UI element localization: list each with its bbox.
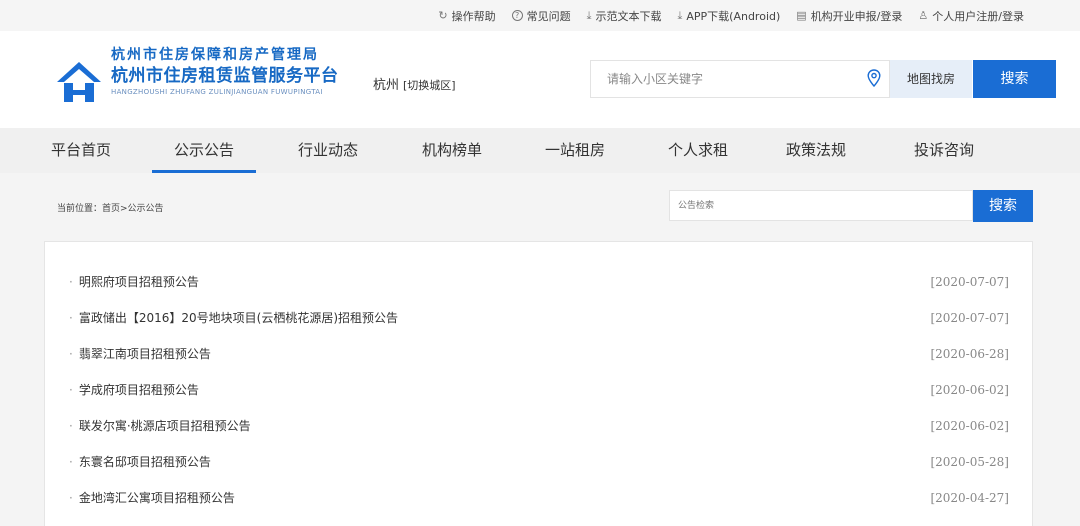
city-name: 杭州 [373,78,400,93]
nav-home[interactable]: 平台首页 [21,128,141,173]
list-item: 东寰名邸项目招租预公告 [2020-05-28] [69,444,1009,480]
notice-date: [2020-07-07] [930,275,1009,289]
nav-complaint[interactable]: 投诉咨询 [884,128,1004,173]
notice-title[interactable]: 金地湾汇公寓项目招租预公告 [69,480,235,516]
notice-date: [2020-04-27] [930,491,1009,505]
nav-announcements[interactable]: 公示公告 [144,128,264,173]
notice-title[interactable]: 富政储出【2016】20号地块项目(云栖桃花源居)招租预公告 [69,300,398,336]
map-search-button[interactable]: 地图找房 [890,60,972,98]
top-utility-bar: ↻ 操作帮助 ? 常见问题 ⤓ 示范文本下载 ⤓ APP下载(Android) ▤ 机构开… [0,0,1080,31]
user-icon: ♙ [918,9,929,22]
list-item: 富政储出【2016】20号地块项目(云栖桃花源居)招租预公告 [2020-07-0… [69,300,1009,336]
list-item: 明熙府项目招租预公告 [2020-07-07] [69,264,1009,300]
main-nav: 平台首页 公示公告 行业动态 机构榜单 一站租房 个人求租 政策法规 投诉咨询 [0,128,1080,173]
list-item: 学成府项目招租预公告 [2020-06-02] [69,372,1009,408]
notice-title[interactable]: 明熙府项目招租预公告 [69,264,199,300]
list-item: 金地湾汇公寓项目招租预公告 [2020-04-27] [69,480,1009,516]
nav-agency-ranking[interactable]: 机构榜单 [392,128,512,173]
notice-date: [2020-05-28] [930,455,1009,469]
notice-title[interactable]: 学成府项目招租预公告 [69,372,199,408]
app-download-link[interactable]: ⤓ APP下载(Android) [678,8,781,24]
city-selector: 杭州 [切换城区] [373,74,456,93]
location-pin-icon[interactable] [867,69,881,87]
list-item: 翡翠江南项目招租预公告 [2020-06-28] [69,336,1009,372]
header-search-button[interactable]: 搜索 [973,60,1056,98]
notice-date: [2020-07-07] [930,311,1009,325]
notice-title[interactable]: 翡翠江南项目招租预公告 [69,336,211,372]
user-login-link[interactable]: ♙ 个人用户注册/登录 [918,8,1024,24]
breadcrumb: 当前位置：首页>公示公告 [57,204,164,214]
utility-links: ↻ 操作帮助 ? 常见问题 ⤓ 示范文本下载 ⤓ APP下载(Android) ▤ 机构开… [438,0,1024,31]
property-search-input[interactable] [591,61,851,97]
brand-title[interactable]: 杭州市住房保障和房产管理局 杭州市住房租赁监管服务平台 HANGZHOUSHI … [111,46,339,97]
notice-search-button[interactable]: 搜索 [973,190,1033,222]
notice-title[interactable]: 联发尔寓·桃源店项目招租预公告 [69,408,251,444]
notice-title[interactable]: 东寰名邸项目招租预公告 [69,444,211,480]
notice-list: 明熙府项目招租预公告 [2020-07-07] 富政储出【2016】20号地块项目… [69,264,1009,516]
nav-personal-request[interactable]: 个人求租 [638,128,758,173]
notice-search-box [669,190,973,221]
help-link[interactable]: ↻ 操作帮助 [438,8,495,24]
nav-one-stop-rental[interactable]: 一站租房 [515,128,635,173]
notice-date: [2020-06-02] [930,383,1009,397]
template-download-link[interactable]: ⤓ 示范文本下载 [587,8,662,24]
notice-date: [2020-06-28] [930,347,1009,361]
property-search-box [590,60,890,98]
house-logo-icon[interactable] [56,61,102,103]
nav-policy[interactable]: 政策法规 [756,128,876,173]
faq-link[interactable]: ? 常见问题 [511,8,571,24]
brand-pinyin: HANGZHOUSHI ZHUFANG ZULINJIANGUAN FUWUPI… [111,88,323,96]
switch-city-link[interactable]: [切换城区] [403,79,456,92]
question-icon: ? [511,10,523,21]
list-item: 联发尔寓·桃源店项目招租预公告 [2020-06-02] [69,408,1009,444]
notice-date: [2020-06-02] [930,419,1009,433]
brand-platform-name: 杭州市住房租赁监管服务平台 [111,66,339,86]
refresh-icon: ↻ [438,9,448,22]
download-icon: ⤓ [677,8,683,22]
brand-agency-name: 杭州市住房保障和房产管理局 [111,47,319,63]
notice-panel: 明熙府项目招租预公告 [2020-07-07] 富政储出【2016】20号地块项目… [44,241,1033,526]
notice-search-input[interactable] [670,191,960,220]
nav-industry-news[interactable]: 行业动态 [268,128,388,173]
building-icon: ▤ [796,9,807,22]
download-icon: ⤓ [586,8,592,22]
agency-login-link[interactable]: ▤ 机构开业申报/登录 [796,8,902,24]
